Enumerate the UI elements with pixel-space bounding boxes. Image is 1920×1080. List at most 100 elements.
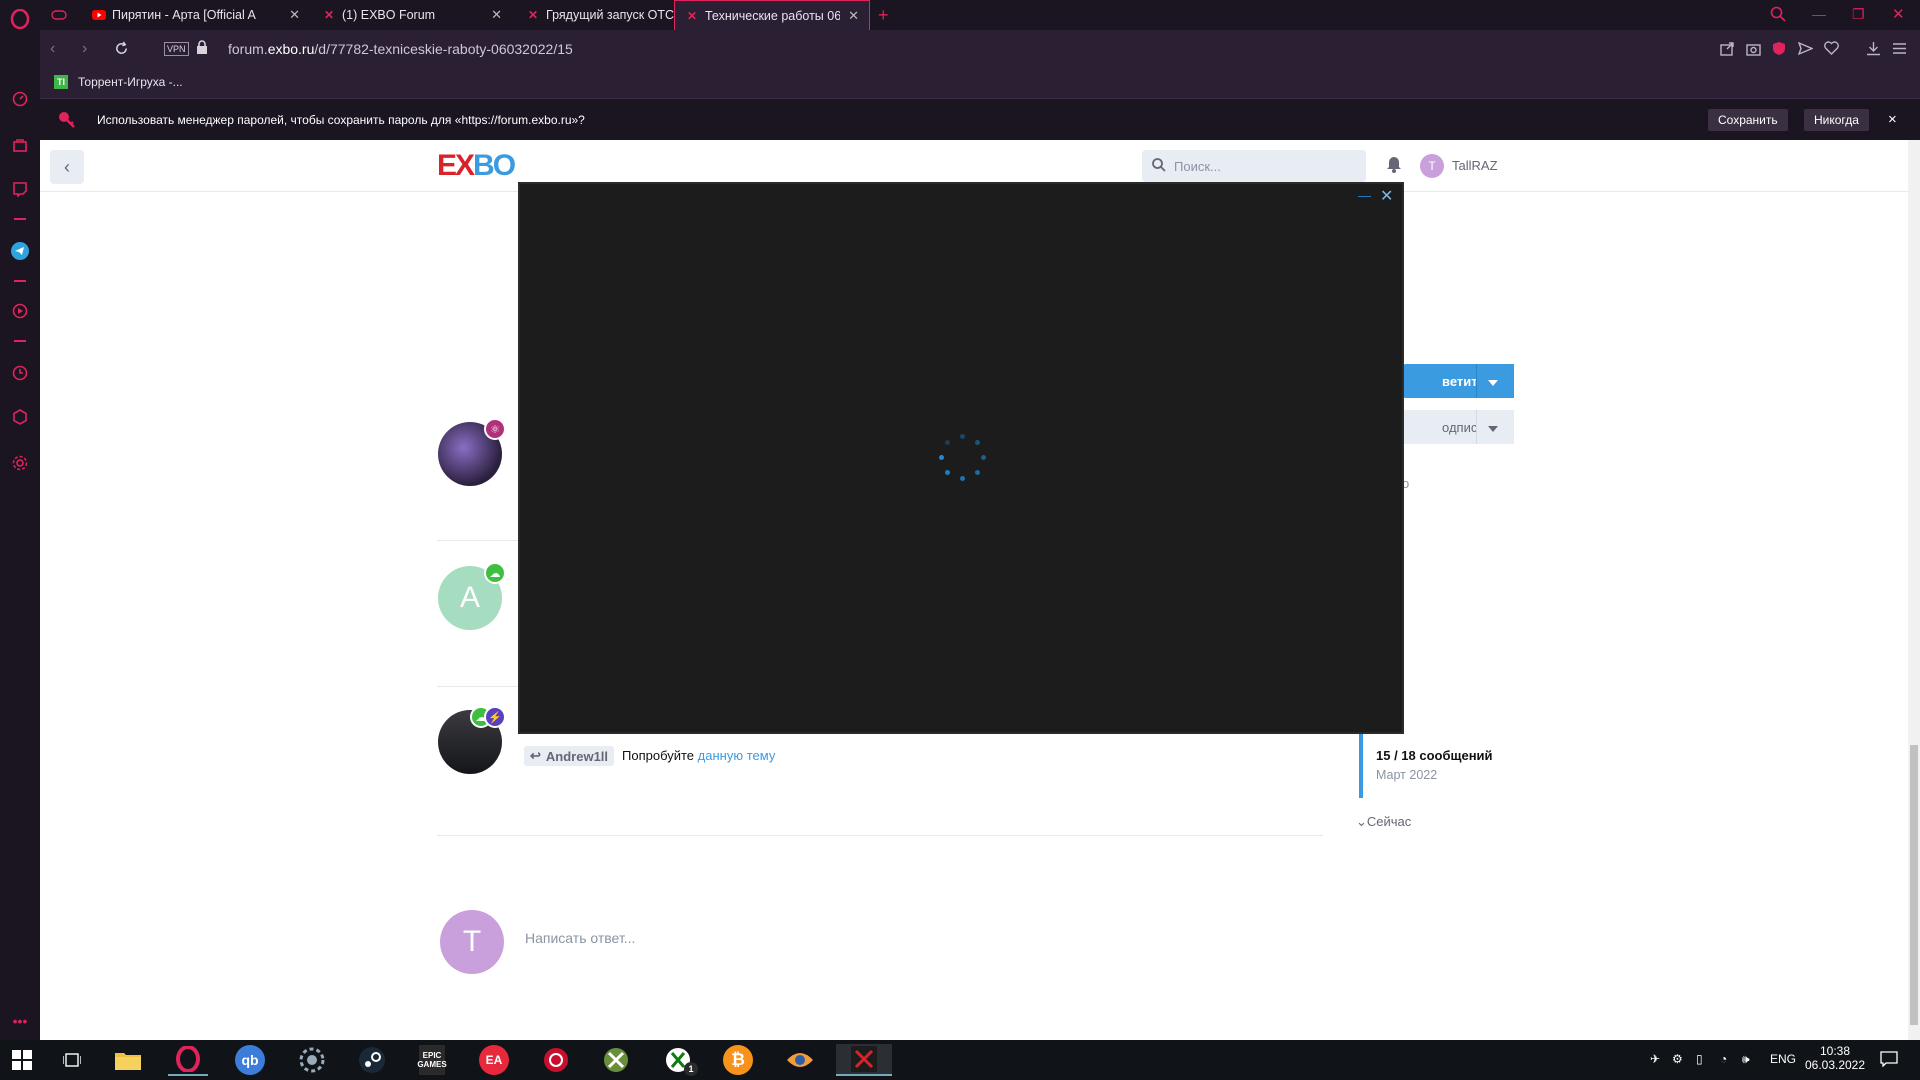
player-icon[interactable] xyxy=(9,300,31,322)
modal-close-button[interactable]: ✕ xyxy=(1380,186,1393,206)
dismiss-password-bar-icon[interactable]: × xyxy=(1888,111,1897,128)
clock[interactable]: 10:38 06.03.2022 xyxy=(1800,1044,1870,1072)
xbox-notification-badge: 1 xyxy=(684,1062,698,1076)
ea-icon[interactable]: EA xyxy=(474,1044,514,1076)
clock-date: 06.03.2022 xyxy=(1804,1058,1866,1072)
vpn-badge[interactable]: VPN xyxy=(164,42,189,56)
extensions-cube-icon[interactable] xyxy=(9,406,31,428)
history-icon[interactable] xyxy=(9,362,31,384)
windows-start-icon[interactable] xyxy=(2,1044,42,1076)
modal-minimize-button[interactable]: — xyxy=(1358,188,1371,203)
tab-bar: Пирятин - Арта [Official A ✕ ✕ (1) EXBO … xyxy=(40,0,1920,30)
telegram-icon[interactable] xyxy=(9,240,31,262)
youtube-icon xyxy=(92,8,106,22)
lock-icon[interactable] xyxy=(196,40,208,57)
post-link[interactable]: данную тему xyxy=(698,748,776,763)
reply-mention[interactable]: ↩ Andrew1ll xyxy=(524,746,615,766)
tab-close-icon[interactable]: ✕ xyxy=(848,8,859,24)
spinner-dot xyxy=(975,440,980,445)
loading-modal: — ✕ xyxy=(518,182,1404,734)
password-prompt-text: Использовать менеджер паролей, чтобы сох… xyxy=(97,113,585,127)
easy-setup-menu-icon[interactable] xyxy=(1892,41,1907,59)
tray-app-icon[interactable]: ⚙ xyxy=(1672,1052,1683,1066)
key-icon xyxy=(58,111,76,132)
reply-composer-placeholder[interactable]: Написать ответ... xyxy=(525,930,635,946)
adblock-shield-icon[interactable] xyxy=(1772,41,1786,59)
language-indicator[interactable]: ENG xyxy=(1770,1052,1796,1066)
exbo-taskbar-icon[interactable] xyxy=(836,1044,892,1076)
spinner-dot xyxy=(960,476,965,481)
bitcoin-icon[interactable]: ₿ xyxy=(718,1044,758,1076)
reload-icon[interactable] xyxy=(114,41,129,59)
spinner-dot xyxy=(939,455,944,460)
scrubber-handle[interactable] xyxy=(1359,730,1363,798)
download-icon[interactable] xyxy=(1866,41,1881,59)
sidebar-divider xyxy=(14,280,26,282)
tab-search-icon[interactable] xyxy=(1770,6,1786,25)
search-icon xyxy=(1152,158,1166,175)
back-icon[interactable]: ‹ xyxy=(50,40,55,58)
notifications-bell-icon[interactable] xyxy=(1386,156,1402,176)
url-prefix: forum. xyxy=(228,41,268,57)
file-explorer-icon[interactable] xyxy=(108,1044,148,1076)
minimize-window-icon[interactable]: — xyxy=(1812,6,1826,22)
network-icon[interactable]: ◔ xyxy=(1720,1052,1727,1066)
more-dots-icon[interactable]: ••• xyxy=(9,1010,31,1032)
twitch-icon[interactable] xyxy=(9,178,31,200)
tab-title: (1) EXBO Forum xyxy=(342,8,436,22)
volume-icon[interactable]: 🕪 xyxy=(1742,1052,1750,1067)
gaming-app-icon[interactable] xyxy=(536,1044,576,1076)
search-placeholder: Поиск... xyxy=(1174,159,1221,174)
snapshot-camera-icon[interactable] xyxy=(1746,41,1761,59)
opera-logo-icon[interactable] xyxy=(9,8,31,30)
new-tab-button[interactable]: + xyxy=(878,5,889,26)
send-icon[interactable] xyxy=(1797,41,1814,59)
subscribe-dropdown-button[interactable] xyxy=(1476,410,1508,444)
xbox-game-icon[interactable] xyxy=(596,1044,636,1076)
bookmark-item[interactable]: Торрент-Игруха -... xyxy=(78,75,183,89)
eye-app-icon[interactable] xyxy=(780,1044,820,1076)
post-text: Попробуйте xyxy=(622,748,695,763)
action-center-icon[interactable] xyxy=(1880,1051,1898,1070)
search-input[interactable]: Поиск... xyxy=(1142,150,1366,182)
heart-icon[interactable] xyxy=(1824,41,1839,58)
url-domain: exbo.ru xyxy=(267,41,315,57)
usb-device-icon[interactable]: ▯ xyxy=(1696,1052,1703,1066)
restore-window-icon[interactable]: ❐ xyxy=(1852,6,1865,23)
tab-0[interactable]: Пирятин - Арта [Official A ✕ xyxy=(82,0,310,30)
back-chevron-icon[interactable]: ‹ xyxy=(50,150,84,184)
tab-3[interactable]: ✕ Технические работы 06.03 ✕ xyxy=(674,0,870,30)
qbittorrent-icon[interactable]: qb xyxy=(230,1044,270,1076)
tab-gaming-icon[interactable] xyxy=(50,7,68,23)
spinner-dot xyxy=(975,470,980,475)
launcher-gear-icon[interactable] xyxy=(292,1044,332,1076)
url-path: /d/77782-texniceskie-raboty-06032022/15 xyxy=(314,41,573,57)
url-field[interactable]: forum.exbo.ru/d/77782-texniceskie-raboty… xyxy=(228,41,573,57)
save-password-button[interactable]: Сохранить xyxy=(1708,109,1788,131)
speed-dial-icon[interactable] xyxy=(9,88,31,110)
post-body: Попробуйте данную тему xyxy=(622,748,775,763)
exbo-icon: ✕ xyxy=(686,8,698,23)
user-avatar[interactable]: T xyxy=(1420,154,1444,178)
shopping-bag-icon[interactable] xyxy=(9,134,31,156)
username-label[interactable]: TallRAZ xyxy=(1452,158,1498,173)
settings-gear-icon[interactable] xyxy=(9,452,31,474)
tab-close-icon[interactable]: ✕ xyxy=(289,7,300,23)
forward-icon[interactable]: › xyxy=(82,40,87,58)
xbox-icon[interactable]: 1 xyxy=(658,1044,698,1076)
tray-overflow-icon[interactable]: ✈ xyxy=(1650,1052,1660,1066)
reply-dropdown-button[interactable] xyxy=(1476,364,1508,398)
steam-icon[interactable] xyxy=(352,1044,392,1076)
share-icon[interactable] xyxy=(1720,41,1735,59)
scrubber-now-link[interactable]: ⌄Сейчас xyxy=(1356,814,1411,830)
tab-1[interactable]: ✕ (1) EXBO Forum ✕ xyxy=(312,0,512,30)
post-divider xyxy=(437,835,1323,836)
epic-games-icon[interactable]: EPIC GAMES xyxy=(412,1044,452,1076)
never-save-button[interactable]: Никогда xyxy=(1804,109,1869,131)
task-view-icon[interactable] xyxy=(52,1044,92,1076)
scrollbar-thumb[interactable] xyxy=(1910,745,1918,1025)
exbo-logo[interactable]: EXBO xyxy=(437,149,529,182)
close-window-icon[interactable]: ✕ xyxy=(1892,5,1905,23)
tab-close-icon[interactable]: ✕ xyxy=(491,7,502,23)
opera-taskbar-icon[interactable] xyxy=(168,1044,208,1076)
